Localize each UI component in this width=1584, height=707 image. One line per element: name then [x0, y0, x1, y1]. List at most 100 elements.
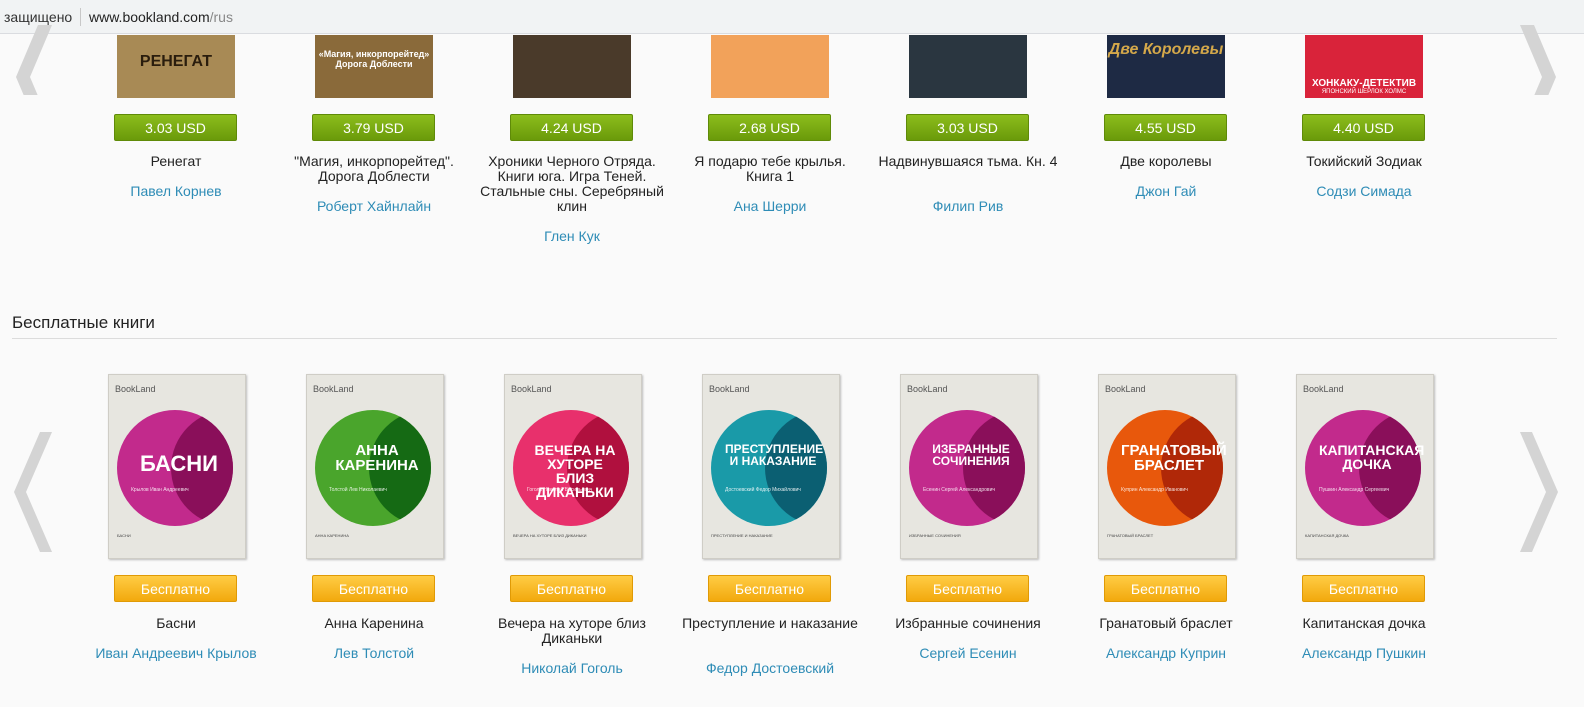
cover-author: Куприн Александр Иванович: [1121, 487, 1188, 493]
publisher-logo: BookLand: [709, 384, 750, 394]
book-cover[interactable]: [909, 35, 1027, 98]
book-author[interactable]: Филип Рив: [869, 198, 1067, 214]
book-cover[interactable]: BookLand АННА КАРЕНИНА Толстой Лев Николае…: [306, 374, 444, 559]
book-title[interactable]: Две королевы: [1067, 154, 1265, 169]
book-author[interactable]: Роберт Хайнлайн: [275, 198, 473, 214]
book-author[interactable]: Содзи Симада: [1265, 183, 1463, 199]
book-title[interactable]: Хроники Черного Отряда. Книги юга. Игра …: [473, 154, 671, 214]
free-button[interactable]: Бесплатно: [114, 575, 237, 602]
section-divider: [12, 338, 1557, 339]
cover-circles-graphic: [711, 410, 827, 526]
price-button[interactable]: 2.68 USD: [708, 114, 831, 141]
chevron-left-icon: [14, 432, 52, 552]
book-author[interactable]: Павел Корнев: [77, 183, 275, 199]
cover-footer: ПРЕСТУПЛЕНИЕ И НАКАЗАНИЕ: [711, 533, 773, 538]
book-cover[interactable]: BookLand ВЕЧЕРА НА ХУТОРЕ БЛИЗ ДИКАНЬКИ Го…: [504, 374, 642, 559]
publisher-logo: BookLand: [907, 384, 948, 394]
cover-title: ИЗБРАННЫЕ СОЧИНЕНИЯ: [932, 442, 1010, 468]
book-cover[interactable]: «Магия, инкорпорейтед» Дорога Доблести: [315, 35, 433, 98]
cover-footer: ИЗБРАННЫЕ СОЧИНЕНИЯ: [909, 533, 961, 538]
book-author[interactable]: Сергей Есенин: [869, 645, 1067, 661]
cover-text: ХОНКАКУ-ДЕТЕКТИВ: [1311, 78, 1417, 89]
book-cover[interactable]: РЕНЕГАТ: [117, 35, 235, 98]
chevron-left-icon: [16, 25, 52, 95]
cover-text: «Магия, инкорпорейтед» Дорога Доблести: [318, 49, 430, 69]
book-author[interactable]: Джон Гай: [1067, 183, 1265, 199]
cover-footer: ВЕЧЕРА НА ХУТОРЕ БЛИЗ ДИКАНЬКИ: [513, 533, 587, 538]
book-cover[interactable]: [711, 35, 829, 98]
price-button[interactable]: 4.24 USD: [510, 114, 633, 141]
book-cover[interactable]: BookLand ИЗБРАННЫЕ СОЧИНЕНИЯ Есенин Сергей…: [900, 374, 1038, 559]
free-button[interactable]: Бесплатно: [906, 575, 1029, 602]
cover-footer: БАСНИ: [117, 533, 131, 538]
publisher-logo: BookLand: [115, 384, 156, 394]
book-title[interactable]: Анна Каренина: [275, 616, 473, 631]
price-button[interactable]: 4.55 USD: [1104, 114, 1227, 141]
book-title[interactable]: Басни: [77, 616, 275, 631]
book-cover[interactable]: BookLand ГРАНАТОВЫЙ БРАСЛЕТ Куприн Алексан…: [1098, 374, 1236, 559]
price-button[interactable]: 3.79 USD: [312, 114, 435, 141]
free-button[interactable]: Бесплатно: [312, 575, 435, 602]
book-title[interactable]: Капитанская дочка: [1265, 616, 1463, 631]
free-button[interactable]: Бесплатно: [510, 575, 633, 602]
cover-circles-graphic: [909, 410, 1025, 526]
book-title[interactable]: Вечера на хуторе близ Диканьки: [473, 616, 671, 646]
price-button[interactable]: 3.03 USD: [906, 114, 1029, 141]
url-text[interactable]: www.bookland.com/rus: [89, 9, 233, 25]
book-author[interactable]: Лев Толстой: [275, 645, 473, 661]
book-title[interactable]: Избранные сочинения: [869, 616, 1067, 631]
address-bar[interactable]: защищено www.bookland.com/rus: [0, 0, 1584, 34]
book-author[interactable]: Александр Пушкин: [1265, 645, 1463, 661]
publisher-logo: BookLand: [511, 384, 552, 394]
address-separator: [80, 8, 81, 26]
prev-arrow-top[interactable]: [12, 25, 56, 95]
next-arrow-top[interactable]: [1516, 25, 1560, 95]
book-cover[interactable]: BookLand БАСНИ Крылов Иван Андреевич БАСНИ: [108, 374, 246, 559]
book-author[interactable]: Федор Достоевский: [671, 660, 869, 676]
next-arrow-free[interactable]: [1516, 432, 1560, 552]
book-title[interactable]: "Магия, инкорпорейтед". Дорога Доблести: [275, 154, 473, 184]
cover-text: РЕНЕГАТ: [139, 53, 213, 70]
book-author[interactable]: Глен Кук: [473, 228, 671, 244]
price-button[interactable]: 3.03 USD: [114, 114, 237, 141]
book-author[interactable]: Иван Андреевич Крылов: [77, 645, 275, 661]
book-author[interactable]: Александр Куприн: [1067, 645, 1265, 661]
publisher-logo: BookLand: [1105, 384, 1146, 394]
cover-footer: АННА КАРЕНИНА: [315, 533, 349, 538]
cover-author: Крылов Иван Андреевич: [131, 487, 189, 493]
book-cover[interactable]: Две Королевы: [1107, 35, 1225, 98]
book-title[interactable]: Ренегат: [77, 154, 275, 169]
cover-author: Гоголь Николай Васильевич: [527, 487, 593, 493]
secure-label: защищено: [4, 9, 73, 25]
cover-title: АННА КАРЕНИНА: [335, 442, 419, 474]
book-cover[interactable]: ХОНКАКУ-ДЕТЕКТИВ ЯПОНСКИЙ ШЕРЛОК ХОЛМС: [1305, 35, 1423, 98]
cover-text: Две Королевы: [1108, 41, 1224, 58]
cover-title: КАПИТАНСКАЯ ДОЧКА: [1319, 442, 1425, 472]
price-button[interactable]: 4.40 USD: [1302, 114, 1425, 141]
url-path: /rus: [209, 9, 233, 25]
book-author[interactable]: Ана Шерри: [671, 198, 869, 214]
book-title[interactable]: Надвинувшаяся тьма. Кн. 4: [869, 154, 1067, 169]
publisher-logo: BookLand: [313, 384, 354, 394]
book-cover[interactable]: [513, 35, 631, 98]
free-button[interactable]: Бесплатно: [708, 575, 831, 602]
prev-arrow-free[interactable]: [12, 432, 56, 552]
book-title[interactable]: Я подарю тебе крылья. Книга 1: [671, 154, 869, 184]
cover-footer: ГРАНАТОВЫЙ БРАСЛЕТ: [1107, 533, 1154, 538]
book-title[interactable]: Токийский Зодиак: [1265, 154, 1463, 169]
book-author[interactable]: Николай Гоголь: [473, 660, 671, 676]
book-cover[interactable]: BookLand КАПИТАНСКАЯ ДОЧКА Пушкин Александ…: [1296, 374, 1434, 559]
free-button[interactable]: Бесплатно: [1104, 575, 1227, 602]
cover-author: Пушкин Александр Сергеевич: [1319, 487, 1390, 493]
book-title[interactable]: Гранатовый браслет: [1067, 616, 1265, 631]
free-books-heading: Бесплатные книги: [12, 313, 155, 332]
cover-title: БАСНИ: [140, 451, 218, 476]
cover-author: Толстой Лев Николаевич: [329, 487, 387, 493]
free-button[interactable]: Бесплатно: [1302, 575, 1425, 602]
book-cover[interactable]: BookLand ПРЕСТУПЛЕНИЕ И НАКАЗАНИЕ Достоевс…: [702, 374, 840, 559]
cover-footer: КАПИТАНСКАЯ ДОЧКА: [1305, 533, 1349, 538]
chevron-right-icon: [1520, 432, 1558, 552]
book-title[interactable]: Преступление и наказание: [671, 616, 869, 631]
cover-author: Есенин Сергей Александрович: [923, 487, 995, 493]
publisher-logo: BookLand: [1303, 384, 1344, 394]
